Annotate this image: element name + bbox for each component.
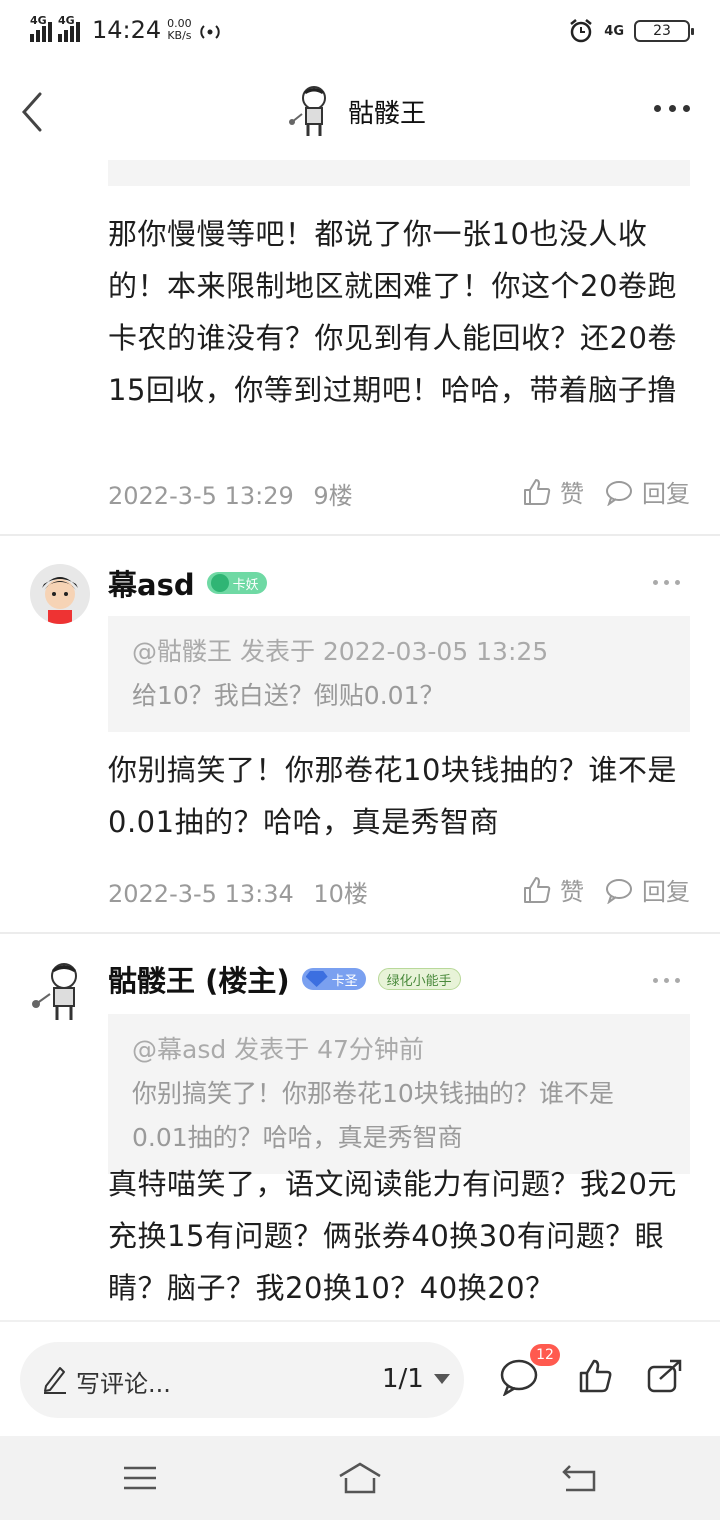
username-row: 骷髅王 (楼主) 卡圣 绿化小能手: [108, 958, 461, 1000]
signal-icon: 4G: [30, 14, 52, 42]
username[interactable]: 骷髅王 (楼主): [108, 958, 290, 1000]
achievement-badge: 绿化小能手: [377, 968, 461, 990]
quote-block-partial: [108, 160, 690, 186]
comment-input[interactable]: 写评论... 1/1: [20, 1342, 464, 1418]
reply-label: 回复: [642, 480, 690, 508]
network-type-2: 4G: [58, 14, 75, 27]
post-text: 真特喵笑了，语文阅读能力有问题？我20元充换15有问题？俩张券40换30有问题？…: [108, 1167, 677, 1305]
quote-header: @幕asd 发表于 47分钟前: [132, 1035, 424, 1064]
menu-icon[interactable]: [122, 1464, 158, 1492]
dot: [654, 104, 661, 112]
like-button[interactable]: 赞: [522, 474, 584, 509]
star-icon: [210, 574, 229, 592]
floor-number: 10楼: [313, 880, 368, 908]
page-indicator[interactable]: 1/1: [382, 1364, 424, 1394]
signal-icon-2: 4G: [58, 14, 80, 42]
status-bar: 4G 4G 14:24 0.00 KB/s 4G 23: [0, 0, 720, 64]
network-type-right: 4G: [604, 23, 624, 39]
hotspot-icon: [199, 25, 220, 39]
user-avatar[interactable]: [30, 564, 90, 624]
floor-number: 9楼: [313, 482, 353, 510]
post-date: 2022-3-5 13:29: [108, 482, 294, 510]
alarm-icon: [570, 19, 593, 43]
comment-icon: [606, 878, 632, 904]
home-icon[interactable]: [336, 1460, 384, 1496]
post-actions: 赞 回复: [522, 474, 690, 509]
quote-body: 给10？我白送？倒贴0.01？: [132, 681, 445, 710]
quote-body: 你别搞笑了！你那卷花10块钱抽的？谁不是0.01抽的？哈哈，真是秀智商: [132, 1079, 614, 1152]
divider: [0, 534, 720, 536]
post-meta: 2022-3-5 13:34 10楼: [108, 874, 368, 909]
thumbs-up-icon: [524, 478, 551, 505]
network-speed: 0.00 KB/s: [167, 18, 192, 42]
system-navigation-bar: [0, 1436, 720, 1520]
diamond-icon: [305, 971, 328, 987]
page-title: 骷髅王: [348, 98, 427, 129]
more-options-button[interactable]: [654, 98, 690, 118]
share-icon[interactable]: [646, 1358, 684, 1394]
dot: [668, 104, 676, 112]
comment-icon: [606, 480, 632, 506]
post-text: 那你慢慢等吧！都说了你一张10也没人收的！本来限制地区就困难了！你这个20卷跑卡…: [108, 217, 677, 407]
top-nav-bar: 骷髅王: [0, 64, 720, 160]
post-date: 2022-3-5 13:34: [108, 880, 294, 908]
post-text: 你别搞笑了！你那卷花10块钱抽的？谁不是0.01抽的？哈哈，真是秀智商: [108, 753, 677, 839]
divider: [0, 932, 720, 934]
dot: [683, 104, 690, 112]
badge-label: 卡圣: [331, 973, 358, 989]
caret-down-icon[interactable]: [434, 1374, 450, 1384]
user-avatar[interactable]: [30, 960, 94, 1024]
reply-button[interactable]: 回复: [604, 872, 690, 907]
back-button[interactable]: [18, 90, 48, 134]
quote-header: @骷髅王 发表于 2022-03-05 13:25: [132, 637, 549, 666]
like-button[interactable]: 赞: [522, 872, 584, 907]
post-actions: 赞 回复: [522, 872, 690, 907]
back-nav-icon[interactable]: [560, 1462, 600, 1494]
quote-block[interactable]: @幕asd 发表于 47分钟前 你别搞笑了！你那卷花10块钱抽的？谁不是0.01…: [108, 1014, 690, 1174]
level-badge: 卡圣: [301, 968, 366, 990]
reply-label: 回复: [642, 878, 690, 906]
pencil-icon: [44, 1367, 66, 1394]
battery-indicator: 23: [634, 20, 694, 42]
clock: 14:24: [92, 16, 162, 44]
reply-button[interactable]: 回复: [604, 474, 690, 509]
thumbs-up-icon[interactable]: [578, 1358, 612, 1394]
comments-list[interactable]: 那你慢慢等吧！都说了你一张10也没人收的！本来限制地区就困难了！你这个20卷跑卡…: [0, 160, 720, 1320]
quote-block[interactable]: @骷髅王 发表于 2022-03-05 13:25 给10？我白送？倒贴0.01…: [108, 616, 690, 732]
thumbs-up-icon: [524, 876, 551, 903]
badge-label: 卡妖: [232, 577, 259, 593]
like-label: 赞: [560, 878, 584, 906]
speed-unit: KB/s: [167, 29, 192, 42]
post-more-button[interactable]: [653, 580, 680, 585]
post-more-button[interactable]: [653, 978, 680, 983]
username[interactable]: 幕asd: [108, 562, 195, 604]
title-avatar[interactable]: [288, 84, 338, 138]
comment-count-badge: 12: [530, 1344, 560, 1366]
network-type: 4G: [30, 14, 47, 27]
post-meta: 2022-3-5 13:29 9楼: [108, 476, 353, 511]
like-label: 赞: [560, 480, 584, 508]
comment-placeholder: 写评论...: [76, 1370, 171, 1398]
comment-bar: 写评论... 1/1 12: [0, 1320, 720, 1436]
username-row: 幕asd 卡妖: [108, 562, 267, 604]
level-badge: 卡妖: [206, 572, 267, 594]
